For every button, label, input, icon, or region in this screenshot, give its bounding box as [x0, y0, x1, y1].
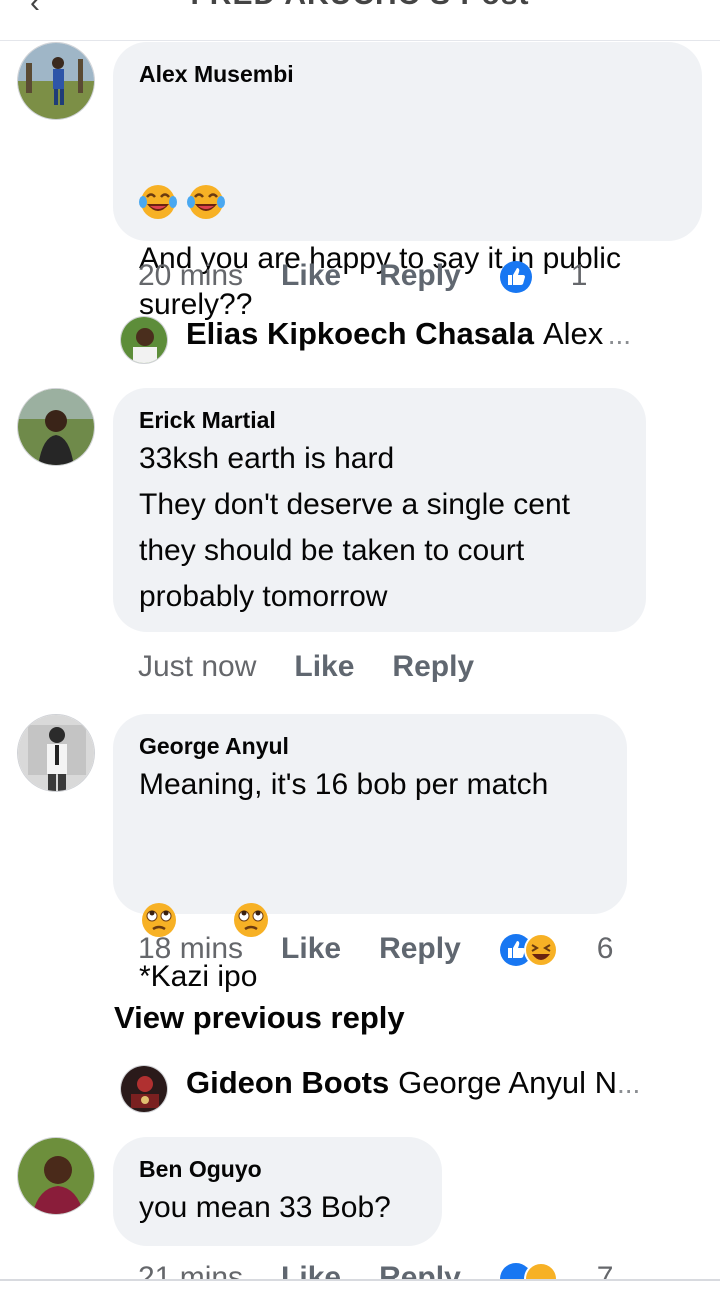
comment-bubble-erick[interactable]: Erick Martial 33ksh earth is hard They d… [113, 388, 646, 632]
avatar-gideon[interactable] [120, 1065, 168, 1113]
comment-text: Meaning, it's 16 bob per match [139, 768, 549, 801]
reply-preview-text: George Anyul N [398, 1065, 617, 1101]
laughing-tears-emoji-icon [139, 136, 229, 236]
reply-button[interactable]: Reply [379, 932, 461, 965]
reply-preview-elias[interactable]: Elias Kipkoech Chasala Alex ... [120, 316, 632, 364]
comment-time: 18 mins [138, 932, 244, 965]
comment-emoji-line [139, 90, 676, 236]
reaction-like-haha-icon[interactable] [499, 1262, 559, 1279]
reply-author[interactable]: Gideon Boots [186, 1065, 389, 1100]
comment-author[interactable]: George Anyul [139, 730, 601, 762]
reaction-count[interactable]: 1 [571, 259, 588, 292]
comment-composer-divider [0, 1279, 720, 1281]
reaction-count[interactable]: 6 [597, 932, 614, 965]
avatar-alex-musembi[interactable] [17, 42, 95, 120]
avatar-george-anyul[interactable] [17, 714, 95, 792]
reply-ellipsis: ... [616, 1068, 641, 1100]
reply-button[interactable]: Reply [379, 259, 461, 292]
reply-button[interactable]: Reply [392, 650, 474, 683]
post-header: ‹ FRED AKUCHO'S Post [0, 0, 720, 41]
reaction-like-haha-icon[interactable] [499, 933, 559, 968]
reaction-like-icon[interactable] [499, 260, 533, 294]
reply-preview-text: Alex [542, 316, 604, 352]
comment-actions-alex: 20 mins Like Reply 1 [138, 256, 587, 296]
avatar-erick-martial[interactable] [17, 388, 95, 466]
comment-time: 20 mins [138, 259, 244, 292]
avatar-ben-oguyo[interactable] [17, 1137, 95, 1215]
comment-author[interactable]: Erick Martial [139, 404, 620, 436]
avatar-elias[interactable] [120, 316, 168, 364]
reply-ellipsis: ... [607, 319, 632, 351]
like-button[interactable]: Like [281, 932, 341, 965]
comment-text: 33ksh earth is hard They don't deserve a… [139, 442, 570, 613]
reaction-count[interactable]: 7 [597, 1261, 614, 1279]
comment-bubble-ben[interactable]: Ben Oguyo you mean 33 Bob? [113, 1137, 442, 1246]
like-button[interactable]: Like [294, 650, 354, 683]
comment-text: you mean 33 Bob? [139, 1191, 391, 1224]
comment-author[interactable]: Alex Musembi [139, 58, 676, 90]
reply-author[interactable]: Elias Kipkoech Chasala [186, 316, 534, 351]
reply-button[interactable]: Reply [379, 1261, 461, 1279]
comment-actions-george: 18 mins Like Reply 6 [138, 929, 613, 969]
comment-actions-ben: 21 mins Like Reply 7 [138, 1258, 613, 1279]
view-previous-reply-link[interactable]: View previous reply [114, 1000, 405, 1036]
comment-bubble-alex[interactable]: Alex Musembi And you are happy to say it… [113, 42, 702, 321]
comment-author[interactable]: Ben Oguyo [139, 1153, 416, 1185]
comment-time: 21 mins [138, 1261, 244, 1279]
comment-bubble-george[interactable]: George Anyul Meaning, it's 16 bob per ma… [113, 714, 627, 993]
comment-actions-erick: Just now Like Reply [138, 647, 512, 687]
post-title: FRED AKUCHO'S Post [0, 0, 720, 12]
reply-preview-gideon[interactable]: Gideon Boots George Anyul N... [120, 1065, 641, 1113]
like-button[interactable]: Like [281, 259, 341, 292]
comment-time: Just now [138, 650, 257, 683]
like-button[interactable]: Like [281, 1261, 341, 1279]
